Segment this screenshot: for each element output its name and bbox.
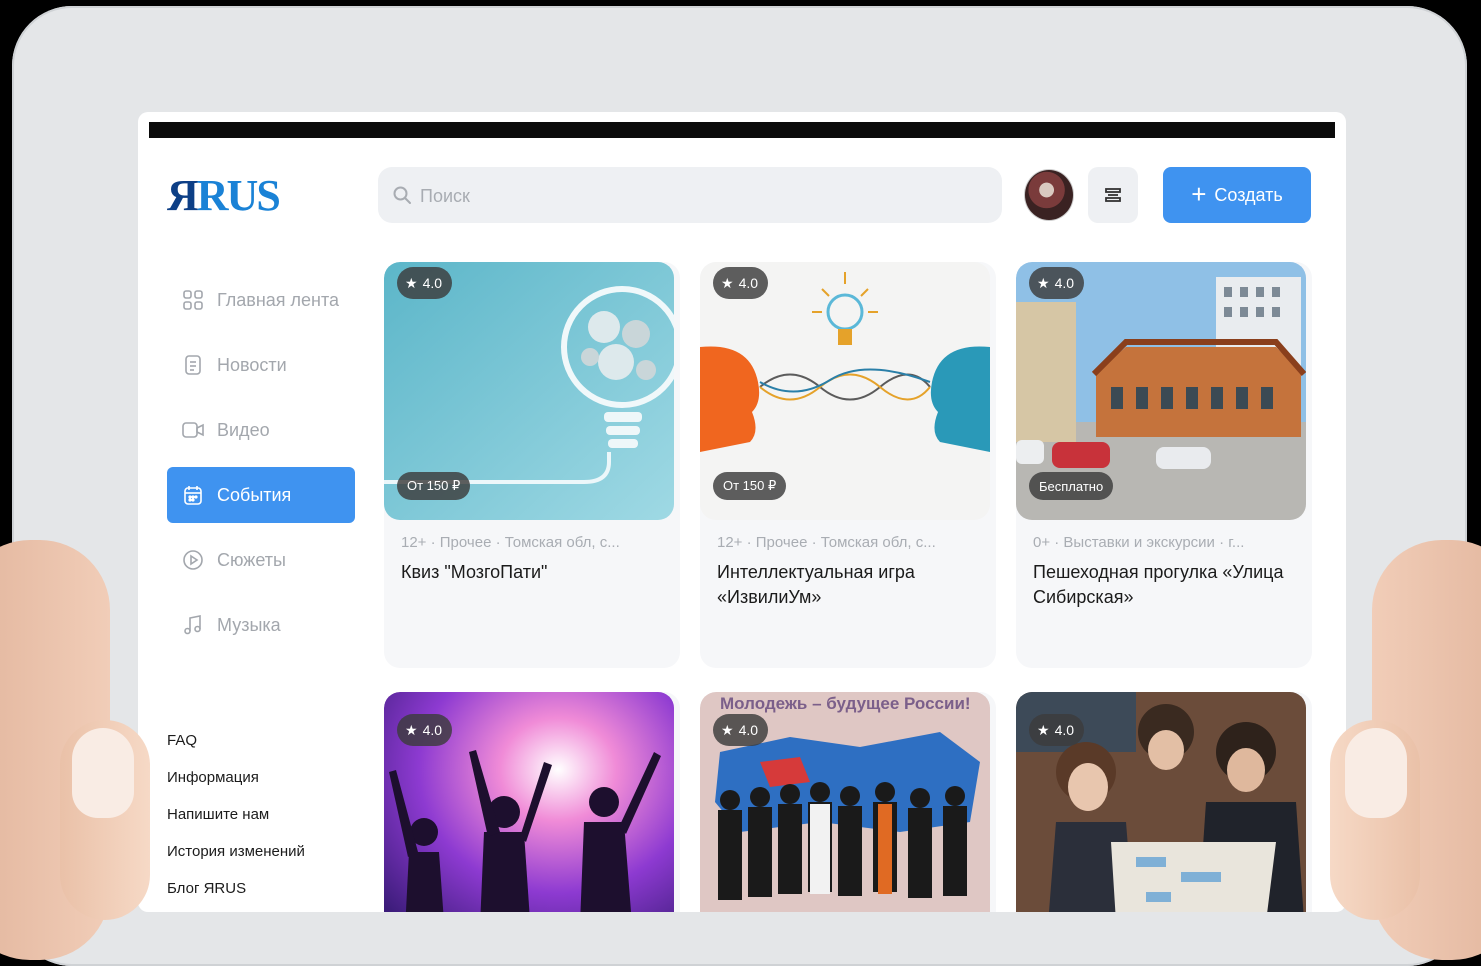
video-icon xyxy=(181,418,205,442)
create-label: Создать xyxy=(1214,184,1283,205)
footer-links: FAQ Информация Напишите нам История изме… xyxy=(167,732,305,912)
news-icon xyxy=(181,353,205,377)
rating-badge: ★ 4.0 xyxy=(397,267,453,299)
event-card[interactable]: ★ 4.0 От 150 ₽ 12+ · Прочее · Томская обл… xyxy=(700,262,996,668)
rating-badge: ★ 4.0 xyxy=(397,714,453,746)
price-badge: От 150 ₽ xyxy=(713,472,787,500)
rating-value: 4.0 xyxy=(738,275,759,291)
grid-icon xyxy=(181,288,205,312)
event-meta: 12+ · Прочее · Томская обл, с... xyxy=(401,534,620,551)
sidebar-item-news[interactable]: Новости xyxy=(167,337,355,393)
link-blog[interactable]: Блог ЯRUS xyxy=(167,880,305,912)
logo-rus: RUS xyxy=(196,171,281,220)
calendar-icon xyxy=(181,483,205,507)
rating-value: 4.0 xyxy=(738,722,759,738)
sidebar-item-stories[interactable]: Сюжеты xyxy=(167,532,355,588)
rating-badge: ★ 4.0 xyxy=(713,267,769,299)
logo-ya: Я xyxy=(167,171,199,220)
price-badge: От 150 ₽ xyxy=(397,472,471,500)
status-bar xyxy=(149,122,1335,138)
left-thumbnail xyxy=(72,728,134,818)
event-title: Пешеходная прогулка «Улица Сибирская» xyxy=(1033,562,1284,607)
rating-value: 4.0 xyxy=(1054,722,1075,738)
star-icon: ★ xyxy=(405,721,418,738)
price-badge: Бесплатно xyxy=(1029,472,1114,500)
sidebar-item-video[interactable]: Видео xyxy=(167,402,355,458)
search-bar[interactable] xyxy=(378,167,1002,225)
sidebar-item-label: Музыка xyxy=(217,614,281,635)
plus-icon: + xyxy=(1191,178,1207,209)
event-card[interactable]: ★ 4.0 Бесплатно 0+ · Выставки и экскурсии… xyxy=(1016,262,1312,668)
sidebar-item-label: Сюжеты xyxy=(217,549,286,570)
menu-button[interactable] xyxy=(1088,167,1138,223)
rating-badge: ★ 4.0 xyxy=(713,714,769,746)
rating-badge: ★ 4.0 xyxy=(1029,714,1085,746)
right-thumbnail xyxy=(1345,728,1407,818)
link-info[interactable]: Информация xyxy=(167,769,305,806)
link-contact[interactable]: Напишите нам xyxy=(167,806,305,843)
sidebar-item-label: Новости xyxy=(217,354,287,375)
event-card[interactable]: Молодежь – будущее России! ★ 4.0 xyxy=(700,692,996,912)
create-button[interactable]: + Создать xyxy=(1163,167,1311,223)
play-circle-icon xyxy=(181,548,205,572)
user-avatar[interactable] xyxy=(1024,169,1074,221)
star-icon: ★ xyxy=(721,721,734,738)
music-note-icon xyxy=(181,613,205,637)
sidebar-item-events[interactable]: События xyxy=(167,467,355,523)
rating-badge: ★ 4.0 xyxy=(1029,267,1085,299)
app-logo[interactable]: ЯRUS xyxy=(167,170,281,221)
event-title: Квиз "МозгоПати" xyxy=(401,562,548,582)
link-faq[interactable]: FAQ xyxy=(167,732,305,769)
event-meta: 0+ · Выставки и экскурсии · г... xyxy=(1033,534,1245,551)
sidebar-item-music[interactable]: Музыка xyxy=(167,597,355,653)
event-title: Интеллектуальная игра «ИзвилиУм» xyxy=(717,562,915,607)
star-icon: ★ xyxy=(1037,274,1050,291)
event-card[interactable]: ★ 4.0 От 150 ₽ 12+ · Прочее · Томская обл… xyxy=(384,262,680,668)
rating-value: 4.0 xyxy=(422,722,443,738)
sidebar-item-label: События xyxy=(217,484,292,505)
event-meta: 12+ · Прочее · Томская обл, с... xyxy=(717,534,936,551)
event-banner: Молодежь – будущее России! xyxy=(720,694,971,713)
star-icon: ★ xyxy=(1037,721,1050,738)
search-icon xyxy=(393,186,411,204)
event-card[interactable]: ★ 4.0 xyxy=(1016,692,1312,912)
event-card[interactable]: ★ 4.0 xyxy=(384,692,680,912)
star-icon: ★ xyxy=(405,274,418,291)
rating-value: 4.0 xyxy=(1054,275,1075,291)
menu-icon xyxy=(1105,188,1121,202)
link-changelog[interactable]: История изменений xyxy=(167,843,305,880)
rating-value: 4.0 xyxy=(422,275,443,291)
sidebar-item-label: Главная лента xyxy=(217,289,340,310)
sidebar-item-label: Видео xyxy=(217,419,270,440)
sidebar-item-main-feed[interactable]: Главная лента xyxy=(167,272,355,328)
star-icon: ★ xyxy=(721,274,734,291)
search-input[interactable] xyxy=(418,167,982,225)
tablet-frame: ЯRUS + Создать Главная лента Новости Виде… xyxy=(12,6,1467,966)
sidebar-nav: Главная лента Новости Видео События Сюже… xyxy=(167,272,355,662)
app-screen: ЯRUS + Создать Главная лента Новости Виде… xyxy=(138,112,1346,912)
